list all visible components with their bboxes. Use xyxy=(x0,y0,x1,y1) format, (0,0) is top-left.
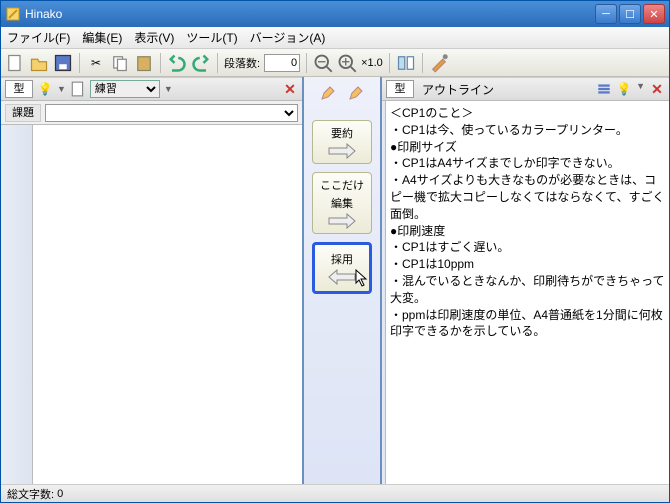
zoom-value: ×1.0 xyxy=(361,57,383,69)
summary-button[interactable]: 要約 xyxy=(312,120,372,164)
menubar: ファイル(F) 編集(E) 表示(V) ツール(T) バージョン(A) xyxy=(1,27,669,49)
char-count-label: 総文字数: xyxy=(7,486,54,502)
edit-here-label-1: ここだけ xyxy=(320,177,364,193)
bulb-icon[interactable]: 💡 xyxy=(616,81,632,97)
cut-icon[interactable]: ✂ xyxy=(86,53,106,73)
outline-line: ・A4サイズよりも大きなものが必要なときは、コピー機で拡大コピーしなくてはならな… xyxy=(390,172,665,222)
maximize-button[interactable]: ☐ xyxy=(619,4,641,24)
dropdown-icon[interactable]: ▼ xyxy=(636,81,645,98)
outline-line: ・CP1はA4サイズまでしか印字できない。 xyxy=(390,155,665,172)
arrow-right-icon xyxy=(327,143,357,159)
copy-icon[interactable] xyxy=(110,53,130,73)
right-type-label[interactable]: 型 xyxy=(386,80,414,98)
mode-select[interactable]: 練習 xyxy=(90,80,160,98)
dropdown-icon[interactable]: ▼ xyxy=(164,84,173,94)
row-select[interactable] xyxy=(45,104,298,122)
outline-line: ＜CP1のこと＞ xyxy=(390,105,665,122)
page-icon[interactable] xyxy=(70,81,86,97)
new-icon[interactable] xyxy=(5,53,25,73)
bulb-icon[interactable]: 💡 xyxy=(37,81,53,97)
close-pane-icon[interactable]: ✕ xyxy=(282,81,298,98)
open-icon[interactable] xyxy=(29,53,49,73)
statusbar: 総文字数: 0 xyxy=(1,484,669,502)
close-button[interactable]: ✕ xyxy=(643,4,665,24)
adopt-label: 採用 xyxy=(331,251,353,267)
outline-line: ・CP1はすごく遅い。 xyxy=(390,239,665,256)
outline-line: ●印刷速度 xyxy=(390,223,665,240)
outline-line: ・ppmは印刷速度の単位、A4普通紙を1分間に何枚印字できるかを示している。 xyxy=(390,307,665,341)
window-title: Hinako xyxy=(25,7,595,21)
left-pane: 型 💡 ▼ 練習 ▼ ✕ 課題 xyxy=(1,77,304,484)
pencil-icon[interactable] xyxy=(348,85,364,104)
right-pane: 型 アウトライン 💡 ▼ ✕ ＜CP1のこと＞・CP1は今、使っているカラープリ… xyxy=(382,77,669,484)
paragraph-count-label: 段落数: xyxy=(224,55,260,71)
outline-line: ・CP1は10ppm xyxy=(390,256,665,273)
minimize-button[interactable]: ─ xyxy=(595,4,617,24)
toolbar: ✂ 段落数: ×1.0 xyxy=(1,49,669,77)
left-textarea[interactable] xyxy=(33,125,302,484)
layout-icon[interactable] xyxy=(396,53,416,73)
outline-title: アウトライン xyxy=(418,81,592,98)
settings-icon[interactable] xyxy=(429,53,449,73)
arrow-left-icon xyxy=(327,269,357,285)
menu-tool[interactable]: ツール(T) xyxy=(186,29,237,46)
app-icon xyxy=(5,6,21,22)
zoom-out-icon[interactable] xyxy=(313,53,333,73)
right-content: ＜CP1のこと＞・CP1は今、使っているカラープリンター。●印刷サイズ・CP1は… xyxy=(382,101,669,484)
close-pane-icon[interactable]: ✕ xyxy=(649,81,665,98)
separator xyxy=(217,53,218,73)
left-subheader: 課題 xyxy=(1,101,302,125)
edit-here-label-2: 編集 xyxy=(331,195,353,211)
menu-version[interactable]: バージョン(A) xyxy=(250,29,326,46)
outline-line: ・混んでいるときなんか、印刷待ちができちゃって大変。 xyxy=(390,273,665,307)
zoom-in-icon[interactable] xyxy=(337,53,357,73)
left-gutter xyxy=(1,125,33,484)
adopt-button[interactable]: 採用 xyxy=(312,242,372,294)
main-area: 型 💡 ▼ 練習 ▼ ✕ 課題 xyxy=(1,77,669,484)
dropdown-icon[interactable]: ▼ xyxy=(57,84,66,94)
paragraph-count-input[interactable] xyxy=(264,54,300,72)
middle-pane: 要約 ここだけ 編集 採用 xyxy=(304,77,382,484)
separator xyxy=(422,53,423,73)
left-type-label[interactable]: 型 xyxy=(5,80,33,98)
row-label: 課題 xyxy=(5,104,41,122)
menu-file[interactable]: ファイル(F) xyxy=(7,29,70,46)
separator xyxy=(79,53,80,73)
summary-label: 要約 xyxy=(331,125,353,141)
list-icon[interactable] xyxy=(596,81,612,97)
outline-line: ●印刷サイズ xyxy=(390,139,665,156)
redo-icon[interactable] xyxy=(191,53,211,73)
menu-view[interactable]: 表示(V) xyxy=(134,29,174,46)
paste-icon[interactable] xyxy=(134,53,154,73)
cursor-icon xyxy=(355,269,369,287)
left-content xyxy=(1,125,302,484)
left-pane-header: 型 💡 ▼ 練習 ▼ ✕ xyxy=(1,77,302,101)
separator xyxy=(160,53,161,73)
save-icon[interactable] xyxy=(53,53,73,73)
outline-line: ・CP1は今、使っているカラープリンター。 xyxy=(390,122,665,139)
separator xyxy=(306,53,307,73)
separator xyxy=(389,53,390,73)
pencil-icon[interactable] xyxy=(320,85,336,104)
titlebar: Hinako ─ ☐ ✕ xyxy=(1,1,669,27)
char-count-value: 0 xyxy=(57,488,63,500)
arrow-right-icon xyxy=(327,213,357,229)
right-pane-header: 型 アウトライン 💡 ▼ ✕ xyxy=(382,77,669,101)
edit-here-button[interactable]: ここだけ 編集 xyxy=(312,172,372,234)
outline-textarea[interactable]: ＜CP1のこと＞・CP1は今、使っているカラープリンター。●印刷サイズ・CP1は… xyxy=(386,101,669,484)
menu-edit[interactable]: 編集(E) xyxy=(82,29,122,46)
undo-icon[interactable] xyxy=(167,53,187,73)
